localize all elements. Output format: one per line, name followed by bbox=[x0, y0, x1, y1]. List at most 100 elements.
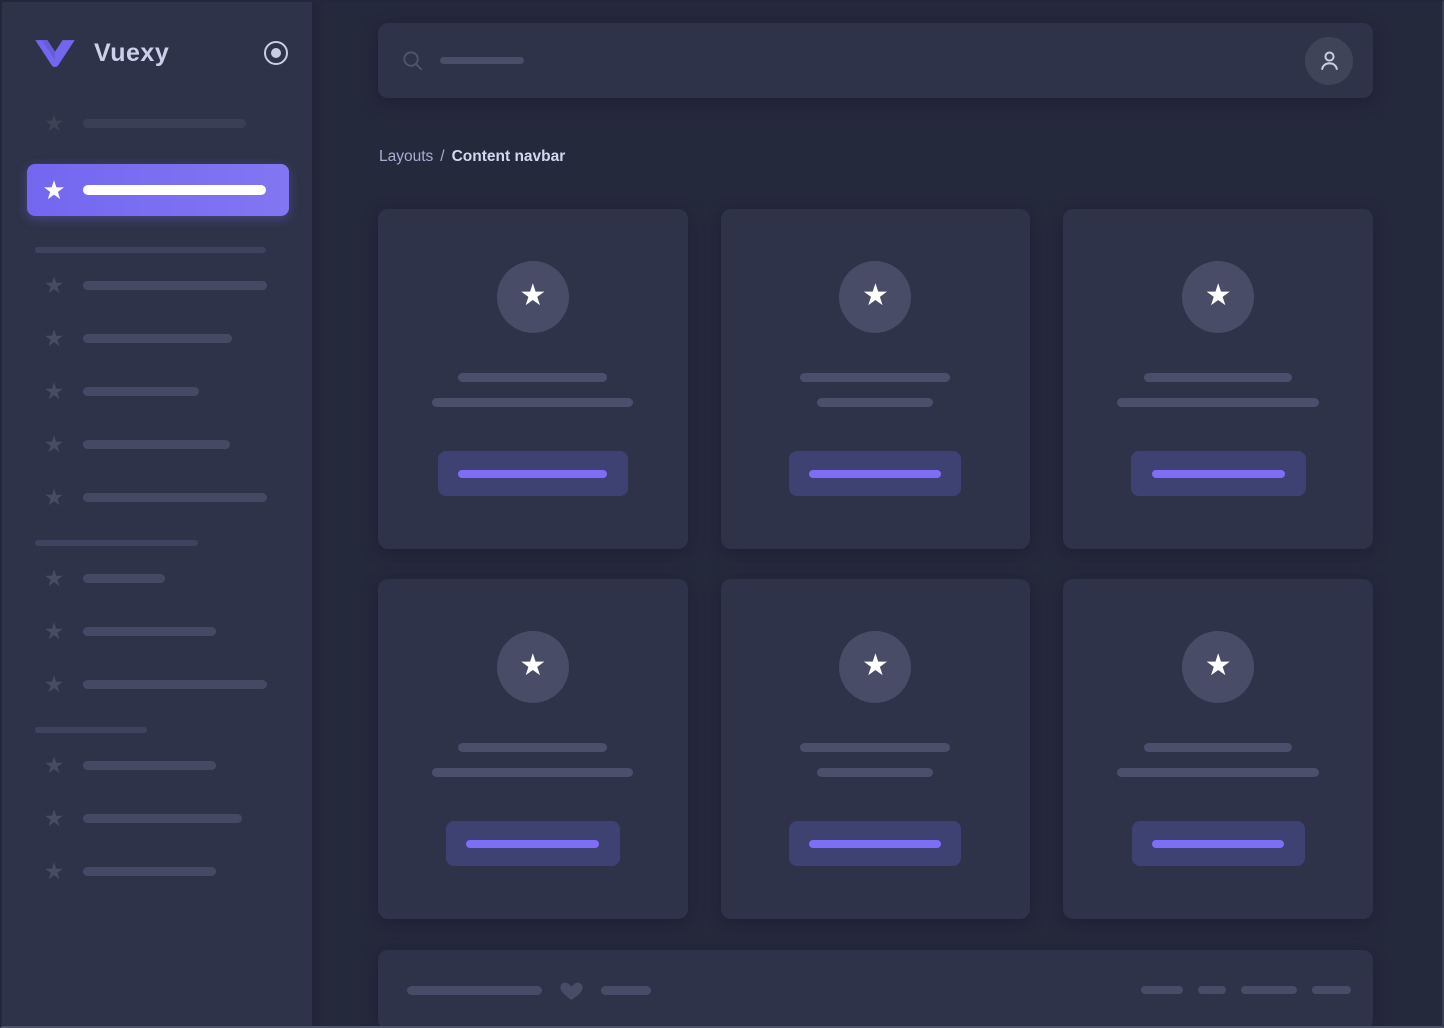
sidebar-menu-item[interactable]: ★ bbox=[2, 859, 312, 883]
star-icon: ★ bbox=[519, 281, 546, 313]
footer-link-skeleton bbox=[1198, 986, 1226, 994]
button-label-skeleton bbox=[809, 470, 941, 478]
app-title: Vuexy bbox=[94, 39, 264, 68]
star-icon: ★ bbox=[862, 281, 889, 313]
card-title-skeleton bbox=[800, 373, 950, 382]
app-window: Vuexy ★ ★ ★ ★ ★ ★ ★ ★ ★ ★ ★ ★ ★ bbox=[0, 0, 1444, 1028]
card-subtitle-skeleton bbox=[1117, 768, 1319, 777]
sidebar-menu-item[interactable]: ★ bbox=[2, 379, 312, 403]
demo-card: ★ bbox=[1063, 579, 1373, 919]
card-title-skeleton bbox=[458, 373, 607, 382]
card-button-skeleton[interactable] bbox=[789, 821, 961, 866]
main-content: Layouts / Content navbar ★ ★ ★ ★ ★ ★ bbox=[312, 2, 1442, 1026]
star-icon: ★ bbox=[42, 672, 66, 696]
card-button-skeleton[interactable] bbox=[438, 451, 628, 496]
button-label-skeleton bbox=[1152, 470, 1285, 478]
demo-card: ★ bbox=[721, 209, 1031, 549]
menu-item-label-skeleton bbox=[83, 281, 267, 290]
card-avatar: ★ bbox=[497, 261, 569, 333]
sidebar-pin-toggle-icon[interactable] bbox=[264, 41, 288, 65]
breadcrumb-separator: / bbox=[440, 148, 444, 166]
menu-item-label-skeleton bbox=[83, 867, 216, 876]
sidebar-menu-item[interactable]: ★ bbox=[2, 672, 312, 696]
demo-card: ★ bbox=[378, 579, 688, 919]
menu-section-header-skeleton bbox=[35, 540, 198, 546]
card-title-skeleton bbox=[800, 743, 950, 752]
star-icon: ★ bbox=[42, 485, 66, 509]
menu-item-label-skeleton bbox=[83, 119, 246, 128]
menu-item-label-skeleton bbox=[83, 574, 165, 583]
star-icon: ★ bbox=[42, 806, 66, 830]
card-title-skeleton bbox=[1144, 743, 1292, 752]
footer-link-skeleton bbox=[1241, 986, 1297, 994]
card-button-skeleton[interactable] bbox=[446, 821, 620, 866]
sidebar-menu-item[interactable]: ★ bbox=[2, 753, 312, 777]
sidebar: Vuexy ★ ★ ★ ★ ★ ★ ★ ★ ★ ★ ★ ★ ★ bbox=[2, 2, 312, 1026]
card-subtitle-skeleton bbox=[817, 768, 933, 777]
demo-card: ★ bbox=[378, 209, 688, 549]
heart-icon bbox=[559, 978, 584, 1003]
card-button-skeleton[interactable] bbox=[1132, 821, 1305, 866]
breadcrumb: Layouts / Content navbar bbox=[379, 147, 1373, 166]
menu-item-label-skeleton bbox=[83, 761, 216, 770]
magnifier-icon bbox=[401, 49, 424, 72]
card-avatar: ★ bbox=[497, 631, 569, 703]
menu-item-label-skeleton bbox=[83, 493, 267, 502]
footer-card bbox=[378, 950, 1373, 1028]
card-button-skeleton[interactable] bbox=[1131, 451, 1306, 496]
top-navbar bbox=[378, 23, 1373, 98]
card-avatar: ★ bbox=[839, 261, 911, 333]
demo-card: ★ bbox=[1063, 209, 1373, 549]
menu-item-label-skeleton bbox=[83, 680, 267, 689]
star-icon: ★ bbox=[42, 178, 66, 202]
footer-text-skeleton bbox=[601, 986, 651, 995]
star-icon: ★ bbox=[42, 566, 66, 590]
breadcrumb-current: Content navbar bbox=[452, 148, 566, 166]
card-avatar: ★ bbox=[1182, 261, 1254, 333]
star-icon: ★ bbox=[42, 859, 66, 883]
card-subtitle-skeleton bbox=[1117, 398, 1319, 407]
card-avatar: ★ bbox=[839, 631, 911, 703]
card-title-skeleton bbox=[1144, 373, 1292, 382]
sidebar-menu-item-active[interactable]: ★ bbox=[27, 164, 289, 216]
button-label-skeleton bbox=[466, 840, 599, 848]
button-label-skeleton bbox=[1152, 840, 1284, 848]
footer-link-skeleton bbox=[1141, 986, 1183, 994]
menu-item-label-skeleton bbox=[83, 440, 230, 449]
star-icon: ★ bbox=[42, 111, 66, 135]
sidebar-menu-item[interactable]: ★ bbox=[2, 485, 312, 509]
star-icon: ★ bbox=[1205, 651, 1232, 683]
sidebar-menu-item[interactable]: ★ bbox=[2, 111, 312, 135]
breadcrumb-section[interactable]: Layouts bbox=[379, 148, 433, 166]
star-icon: ★ bbox=[1205, 281, 1232, 313]
card-title-skeleton bbox=[458, 743, 607, 752]
card-subtitle-skeleton bbox=[432, 768, 633, 777]
sidebar-menu-item[interactable]: ★ bbox=[2, 806, 312, 830]
card-avatar: ★ bbox=[1182, 631, 1254, 703]
sidebar-menu-item[interactable]: ★ bbox=[2, 566, 312, 590]
menu-item-label-skeleton bbox=[83, 185, 266, 195]
demo-card: ★ bbox=[721, 579, 1031, 919]
sidebar-menu-item[interactable]: ★ bbox=[2, 273, 312, 297]
star-icon: ★ bbox=[862, 651, 889, 683]
sidebar-menu-item[interactable]: ★ bbox=[2, 326, 312, 350]
card-subtitle-skeleton bbox=[817, 398, 933, 407]
user-avatar[interactable] bbox=[1305, 37, 1353, 85]
footer-text-skeleton bbox=[407, 986, 542, 995]
star-icon: ★ bbox=[42, 326, 66, 350]
sidebar-menu-item[interactable]: ★ bbox=[2, 619, 312, 643]
star-icon: ★ bbox=[519, 651, 546, 683]
star-icon: ★ bbox=[42, 619, 66, 643]
footer-left-group bbox=[407, 978, 651, 1003]
button-label-skeleton bbox=[458, 470, 607, 478]
sidebar-menu: ★ ★ ★ ★ ★ ★ ★ ★ ★ ★ ★ ★ ★ bbox=[2, 74, 312, 883]
search-box[interactable] bbox=[401, 49, 1305, 72]
sidebar-menu-item[interactable]: ★ bbox=[2, 432, 312, 456]
menu-item-label-skeleton bbox=[83, 627, 216, 636]
card-subtitle-skeleton bbox=[432, 398, 633, 407]
star-icon: ★ bbox=[42, 379, 66, 403]
button-label-skeleton bbox=[809, 840, 941, 848]
footer-link-skeleton bbox=[1312, 986, 1351, 994]
footer-links-group bbox=[1141, 986, 1351, 994]
card-button-skeleton[interactable] bbox=[789, 451, 961, 496]
